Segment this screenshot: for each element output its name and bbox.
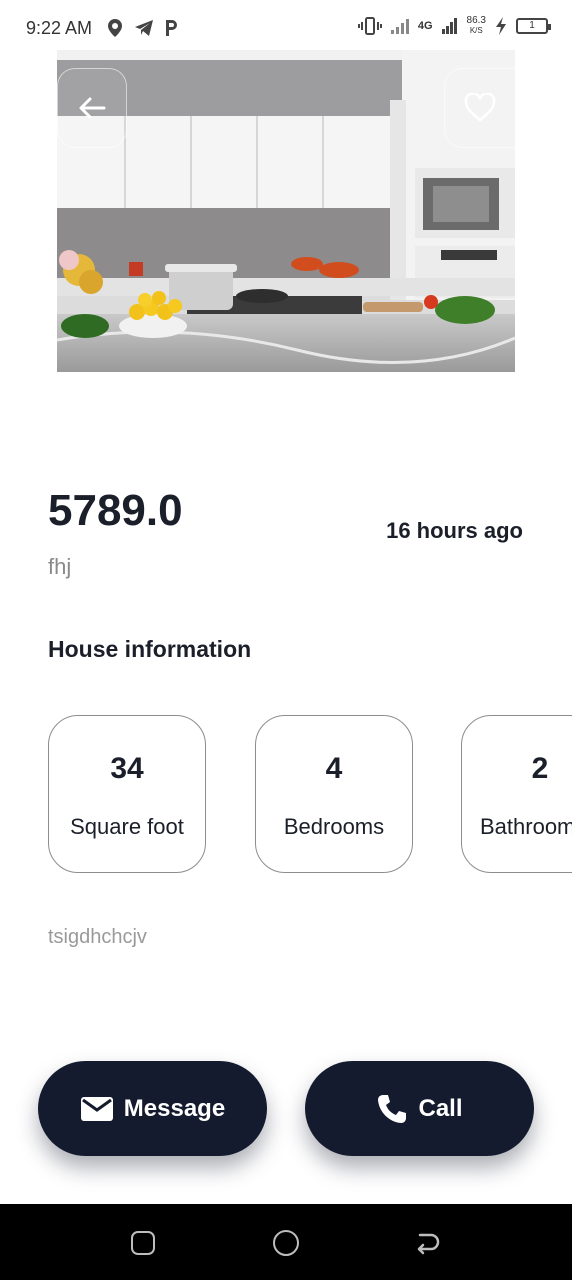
info-label: Bedrooms: [283, 814, 385, 839]
house-info-row[interactable]: 34 Square foot 4 Bedrooms 2 Bathrooms: [0, 715, 572, 875]
home-icon[interactable]: [273, 1230, 299, 1256]
speed-value: 86.3: [466, 15, 486, 26]
charging-icon: [496, 17, 506, 35]
battery-level: 1: [529, 20, 535, 31]
heart-outline-icon: [464, 93, 496, 122]
status-right: 4G 86.3 K/S 1: [357, 16, 551, 36]
info-value: 2: [531, 752, 549, 785]
favorite-button[interactable]: [444, 68, 515, 148]
listing-title: fhj: [48, 554, 72, 579]
call-button-label: Call: [418, 1094, 463, 1122]
phone-icon: [378, 1094, 407, 1123]
network-type: 4G: [417, 20, 433, 32]
battery-icon: 1: [516, 18, 551, 34]
arrow-left-icon: [79, 97, 106, 119]
status-bar: 9:22 AM 4G 86.3 K/S 1: [0, 0, 572, 56]
status-time: 9:22 AM: [26, 18, 93, 38]
info-card-bedrooms: 4 Bedrooms: [255, 715, 413, 873]
back-button[interactable]: [57, 68, 127, 148]
telegram-icon: [135, 20, 153, 36]
recents-icon[interactable]: [131, 1231, 155, 1255]
vibrate-icon: [357, 17, 382, 35]
signal-4g-icon: [441, 18, 457, 34]
message-button[interactable]: Message: [38, 1061, 267, 1156]
info-value: 34: [110, 752, 144, 785]
section-title-house-information: House information: [48, 636, 252, 662]
message-button-label: Message: [123, 1094, 226, 1122]
status-left-icons: [106, 18, 178, 38]
posted-time: 16 hours ago: [386, 518, 523, 543]
network-speed: 86.3 K/S: [467, 16, 486, 36]
listing-description: tsigdhchcjv: [48, 926, 147, 948]
call-button[interactable]: Call: [305, 1061, 534, 1156]
signal-icon: [390, 19, 409, 34]
parking-icon: [166, 20, 177, 36]
info-value: 4: [325, 752, 343, 785]
speed-unit: K/S: [469, 26, 483, 35]
location-icon: [108, 19, 122, 37]
info-label: Bathrooms: [480, 814, 572, 839]
back-icon[interactable]: [414, 1230, 440, 1256]
info-card-bathrooms: 2 Bathrooms: [461, 715, 572, 873]
system-nav-bar: [0, 1204, 572, 1280]
listing-price: 5789.0: [48, 486, 183, 535]
info-label: Square foot: [70, 814, 184, 839]
mail-icon: [80, 1096, 113, 1121]
info-card-area: 34 Square foot: [48, 715, 206, 873]
